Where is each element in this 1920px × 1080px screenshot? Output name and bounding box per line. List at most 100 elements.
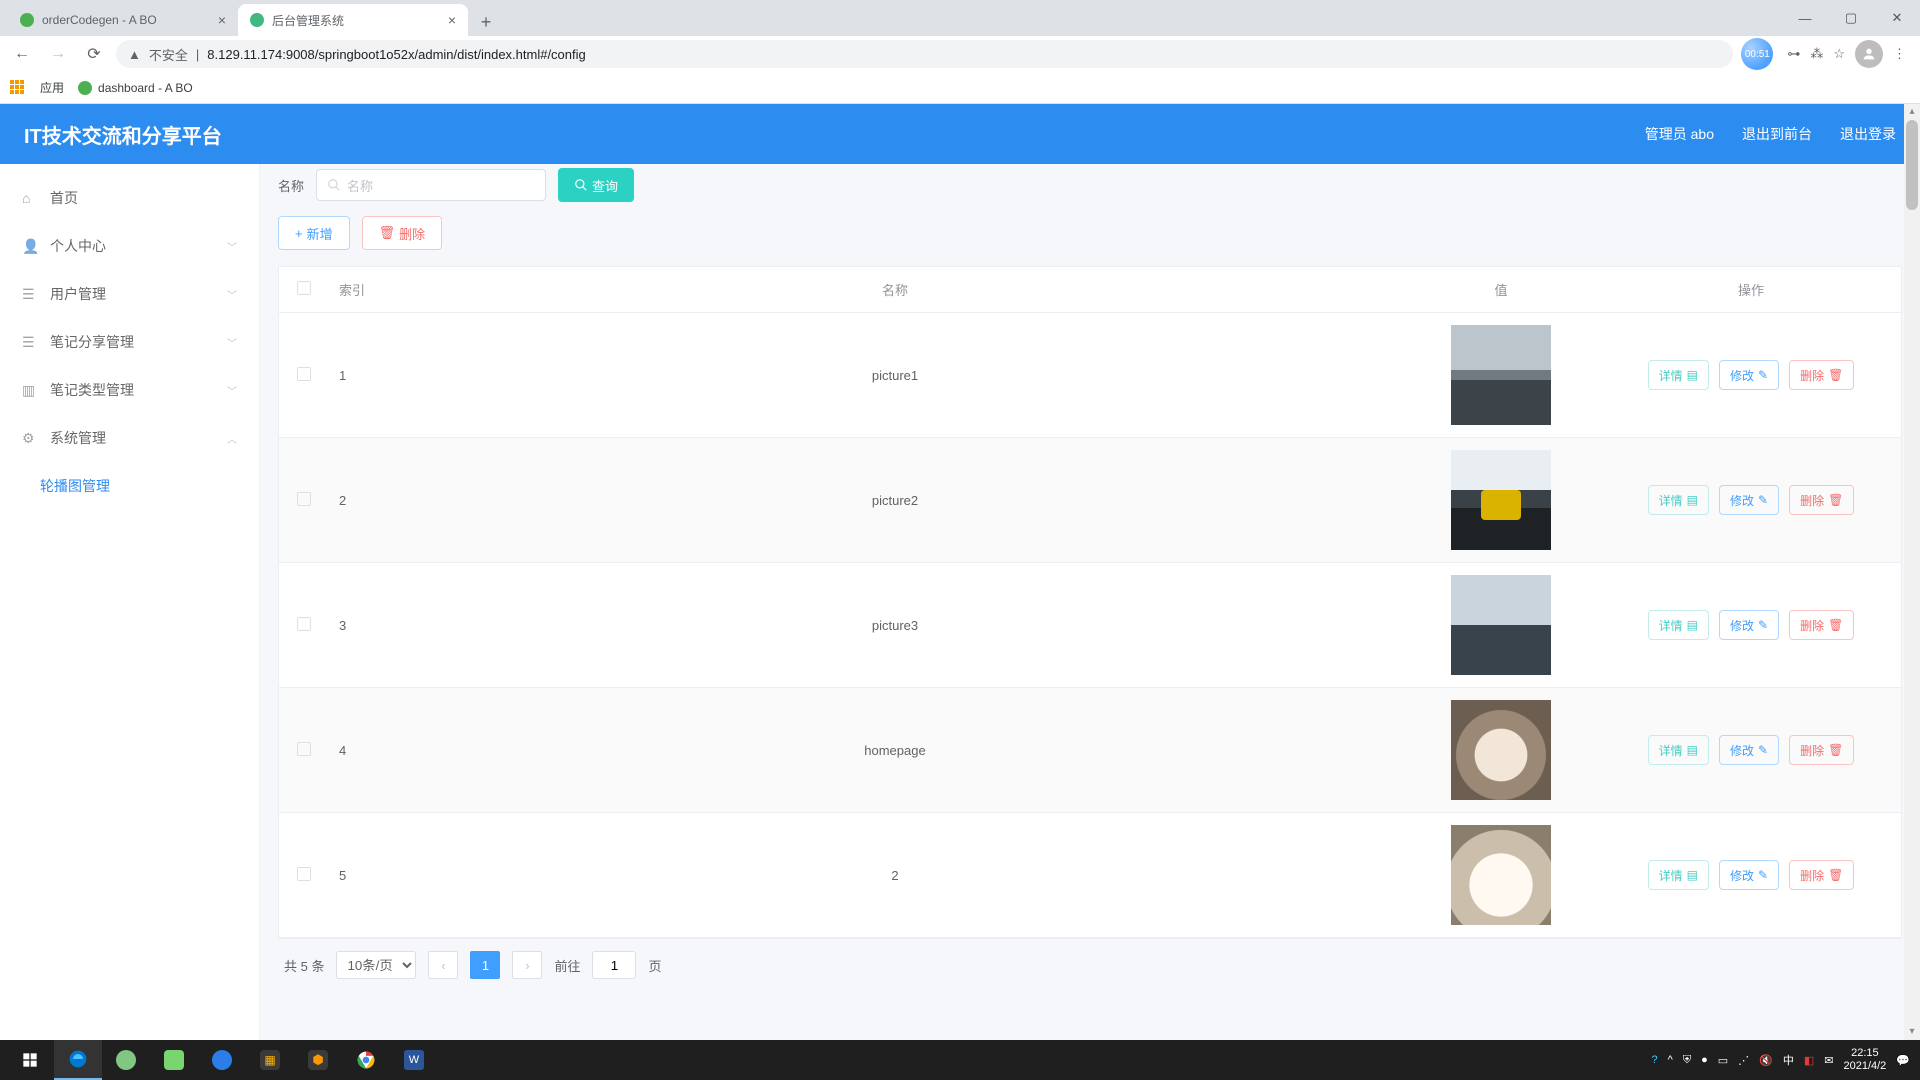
sidebar: ⌂ 首页 👤 个人中心 ﹀ ☰ 用户管理 ﹀ ☰ 笔记分享管理 ﹀ ▥ 笔记类型… xyxy=(0,164,260,1040)
edit-button[interactable]: 修改✎ xyxy=(1719,735,1779,765)
taskbar-app[interactable] xyxy=(342,1040,390,1080)
row-checkbox[interactable] xyxy=(297,617,311,631)
detail-button[interactable]: 详情▤ xyxy=(1648,860,1709,890)
taskbar-app[interactable] xyxy=(150,1040,198,1080)
bookmark-item[interactable]: dashboard - A BO xyxy=(78,81,193,95)
date-label: 2021/4/2 xyxy=(1843,1060,1886,1073)
shield-icon[interactable]: ⛨ xyxy=(1683,1054,1691,1067)
favicon-icon xyxy=(20,13,34,27)
taskbar-app[interactable] xyxy=(102,1040,150,1080)
column-header: 值 xyxy=(1401,280,1601,299)
minimize-icon[interactable]: — xyxy=(1782,0,1828,36)
taskbar-app[interactable] xyxy=(54,1040,102,1080)
taskbar-app[interactable]: W xyxy=(390,1040,438,1080)
table-row: 1 picture1 详情▤ 修改✎ 删除🗑 xyxy=(279,313,1901,438)
cell-name: 2 xyxy=(389,868,1401,883)
user-label[interactable]: 管理员 abo xyxy=(1645,124,1714,144)
taskbar-app[interactable]: ⬢ xyxy=(294,1040,342,1080)
ime-label[interactable]: 中 xyxy=(1783,1052,1794,1068)
sidebar-item-notes[interactable]: ☰ 笔记分享管理 ﹀ xyxy=(0,318,259,366)
help-icon[interactable]: ? xyxy=(1652,1054,1658,1066)
row-checkbox[interactable] xyxy=(297,742,311,756)
select-all-checkbox[interactable] xyxy=(297,281,311,295)
row-delete-button[interactable]: 删除🗑 xyxy=(1789,610,1854,640)
close-icon[interactable]: × xyxy=(218,12,226,28)
dot-icon[interactable]: ● xyxy=(1701,1054,1708,1066)
edit-button[interactable]: 修改✎ xyxy=(1719,860,1779,890)
sidebar-item-carousel[interactable]: 轮播图管理 xyxy=(0,462,259,510)
url-input[interactable]: ▲ 不安全 | 8.129.11.174:9008/springboot1o52… xyxy=(116,40,1733,68)
detail-button[interactable]: 详情▤ xyxy=(1648,610,1709,640)
maximize-icon[interactable]: ▢ xyxy=(1828,0,1874,36)
detail-button[interactable]: 详情▤ xyxy=(1648,735,1709,765)
translate-icon[interactable]: ⁂ xyxy=(1810,46,1823,62)
notifications-icon[interactable]: 💬 xyxy=(1896,1054,1910,1067)
logout-button[interactable]: 退出登录 xyxy=(1840,124,1896,144)
key-icon[interactable]: ⊶ xyxy=(1787,46,1800,62)
button-label: 新增 xyxy=(307,224,333,243)
browser-tab[interactable]: 后台管理系统 × xyxy=(238,4,468,36)
apps-icon[interactable] xyxy=(10,80,26,96)
doc-icon: ▤ xyxy=(1687,743,1698,757)
browser-tab[interactable]: orderCodegen - A BO × xyxy=(8,4,238,36)
sidebar-item-users[interactable]: ☰ 用户管理 ﹀ xyxy=(0,270,259,318)
chevron-up-icon[interactable]: ^ xyxy=(1668,1054,1673,1066)
edit-button[interactable]: 修改✎ xyxy=(1719,485,1779,515)
add-button[interactable]: + 新增 xyxy=(278,216,350,250)
prev-page-button[interactable]: ‹ xyxy=(428,951,458,979)
detail-button[interactable]: 详情▤ xyxy=(1648,485,1709,515)
delete-button[interactable]: 🗑 删除 xyxy=(362,216,443,250)
new-tab-button[interactable]: + xyxy=(472,8,500,36)
next-page-button[interactable]: › xyxy=(512,951,542,979)
edit-button[interactable]: 修改✎ xyxy=(1719,360,1779,390)
row-checkbox[interactable] xyxy=(297,867,311,881)
name-input[interactable]: 名称 xyxy=(316,169,546,201)
query-button[interactable]: 查询 xyxy=(558,168,634,202)
battery-icon[interactable]: ▭ xyxy=(1718,1054,1728,1067)
mail-icon[interactable]: ✉ xyxy=(1824,1054,1833,1067)
scroll-thumb[interactable] xyxy=(1906,120,1918,210)
sidebar-item-system[interactable]: ⚙ 系统管理 ︿ xyxy=(0,414,259,462)
goto-input[interactable] xyxy=(592,951,636,979)
profile-avatar[interactable] xyxy=(1855,40,1883,68)
start-button[interactable] xyxy=(6,1040,54,1080)
reload-button[interactable]: ⟳ xyxy=(80,40,108,68)
clock[interactable]: 22:15 2021/4/2 xyxy=(1843,1047,1886,1073)
ime-icon[interactable]: ◧ xyxy=(1804,1054,1814,1067)
apps-label[interactable]: 应用 xyxy=(40,79,64,96)
row-delete-button[interactable]: 删除🗑 xyxy=(1789,860,1854,890)
row-delete-button[interactable]: 删除🗑 xyxy=(1789,360,1854,390)
scroll-down-icon[interactable]: ▾ xyxy=(1904,1024,1920,1040)
doc-icon: ▤ xyxy=(1687,618,1698,632)
detail-button[interactable]: 详情▤ xyxy=(1648,360,1709,390)
sidebar-item-types[interactable]: ▥ 笔记类型管理 ﹀ xyxy=(0,366,259,414)
row-checkbox[interactable] xyxy=(297,367,311,381)
menu-icon[interactable]: ⋮ xyxy=(1893,46,1906,62)
row-checkbox[interactable] xyxy=(297,492,311,506)
page-size-select[interactable]: 10条/页 xyxy=(336,951,416,979)
sidebar-item-profile[interactable]: 👤 个人中心 ﹀ xyxy=(0,222,259,270)
edit-button[interactable]: 修改✎ xyxy=(1719,610,1779,640)
scroll-up-icon[interactable]: ▴ xyxy=(1904,104,1920,120)
extension-badge[interactable]: 00:51 xyxy=(1741,38,1773,70)
edit-icon: ✎ xyxy=(1758,493,1768,507)
forward-button[interactable]: → xyxy=(44,40,72,68)
wifi-icon[interactable]: ⋰ xyxy=(1738,1054,1749,1067)
cell-index: 5 xyxy=(329,868,389,883)
close-icon[interactable]: ✕ xyxy=(1874,0,1920,36)
page-number-button[interactable]: 1 xyxy=(470,951,500,979)
address-bar: ← → ⟳ ▲ 不安全 | 8.129.11.174:9008/springbo… xyxy=(0,36,1920,72)
volume-icon[interactable]: 🔇 xyxy=(1759,1054,1773,1067)
goto-front-button[interactable]: 退出到前台 xyxy=(1742,124,1812,144)
sidebar-item-label: 笔记类型管理 xyxy=(50,380,134,400)
sidebar-item-home[interactable]: ⌂ 首页 xyxy=(0,174,259,222)
star-icon[interactable]: ☆ xyxy=(1833,46,1845,62)
close-icon[interactable]: × xyxy=(448,12,456,28)
taskbar-app[interactable]: ▦ xyxy=(246,1040,294,1080)
row-delete-button[interactable]: 删除🗑 xyxy=(1789,485,1854,515)
scrollbar[interactable]: ▴ ▾ xyxy=(1904,104,1920,1040)
action-bar: + 新增 🗑 删除 xyxy=(278,216,1902,250)
row-delete-button[interactable]: 删除🗑 xyxy=(1789,735,1854,765)
taskbar-app[interactable] xyxy=(198,1040,246,1080)
back-button[interactable]: ← xyxy=(8,40,36,68)
